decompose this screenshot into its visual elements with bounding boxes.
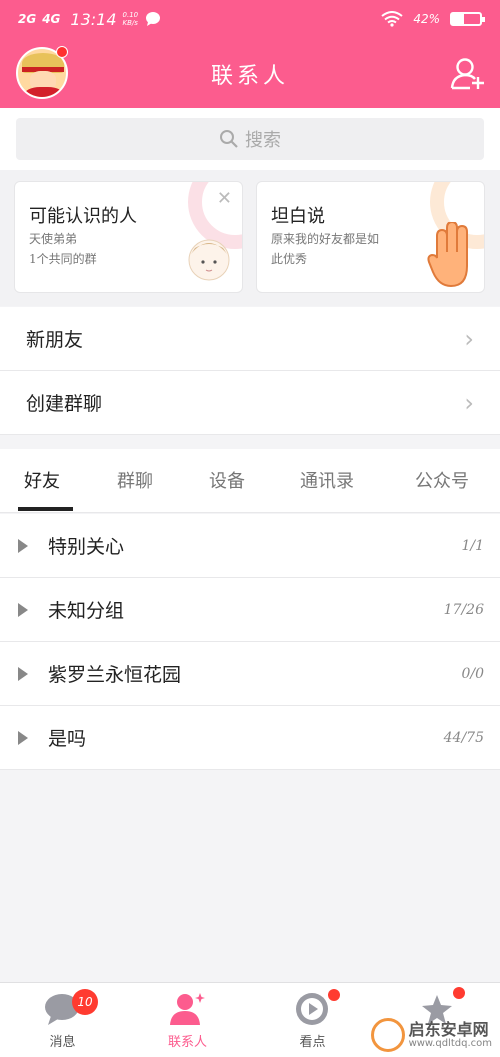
search-icon bbox=[220, 130, 238, 148]
watermark-url: www.qdltdq.com bbox=[408, 1038, 492, 1050]
list-item[interactable]: 特别关心 1/1 bbox=[0, 514, 500, 578]
message-notification-icon bbox=[145, 12, 160, 26]
tab-address-book[interactable]: 通讯录 bbox=[300, 467, 354, 493]
battery-percent: 42% bbox=[413, 12, 440, 26]
network-4g-indicator: 4G bbox=[42, 12, 61, 26]
tab-official-accounts[interactable]: 公众号 bbox=[415, 467, 469, 493]
tab-groups[interactable]: 群聊 bbox=[117, 467, 153, 493]
header: 联系人 bbox=[0, 38, 500, 108]
nav-label: 看点 bbox=[299, 1035, 326, 1050]
menu-label: 创建群聊 bbox=[26, 393, 103, 415]
play-circle-icon bbox=[296, 993, 328, 1025]
card-subtitle-2: 此优秀 bbox=[271, 252, 308, 266]
network-2g-indicator: 2G bbox=[18, 12, 37, 26]
group-count: 44/75 bbox=[443, 729, 484, 746]
chevron-right-icon: › bbox=[464, 324, 474, 353]
cartoon-person-avatar bbox=[188, 239, 230, 281]
list-item[interactable]: 紫罗兰永恒花园 0/0 bbox=[0, 642, 500, 706]
expand-triangle-icon bbox=[18, 602, 28, 617]
nav-contacts[interactable]: 联系人 bbox=[125, 983, 250, 1057]
notification-dot bbox=[453, 987, 465, 999]
people-you-may-know-card[interactable]: 可能认识的人 天使弟弟 1个共同的群 ✕ bbox=[14, 181, 243, 293]
status-time: 13:14 bbox=[70, 9, 117, 29]
confession-card[interactable]: 坦白说 原来我的好友都是如 此优秀 bbox=[256, 181, 485, 293]
watermark-name: 启东安卓网 bbox=[408, 1019, 489, 1039]
search-bar: 搜索 bbox=[0, 108, 500, 170]
group-count: 1/1 bbox=[461, 537, 484, 554]
watermark-logo bbox=[370, 1018, 405, 1052]
menu-label: 新朋友 bbox=[26, 329, 84, 351]
active-tab-indicator bbox=[18, 507, 73, 511]
group-count: 0/0 bbox=[461, 665, 484, 682]
card-subtitle: 原来我的好友都是如 bbox=[271, 232, 380, 246]
wifi-icon bbox=[381, 11, 403, 27]
unread-badge: 10 bbox=[72, 989, 98, 1015]
hand-gesture-icon bbox=[427, 222, 468, 288]
search-input[interactable]: 搜索 bbox=[16, 118, 484, 160]
tab-devices[interactable]: 设备 bbox=[209, 467, 245, 493]
friend-groups-list: 特别关心 1/1 未知分组 17/26 紫罗兰永恒花园 0/0 是吗 44/75 bbox=[0, 514, 500, 770]
chevron-right-icon: › bbox=[464, 388, 474, 417]
group-name: 是吗 bbox=[48, 728, 87, 750]
tab-friends[interactable]: 好友 bbox=[24, 467, 60, 493]
expand-triangle-icon bbox=[18, 666, 28, 681]
nav-highlights[interactable]: 看点 bbox=[250, 983, 375, 1057]
group-name: 特别关心 bbox=[48, 536, 125, 558]
avatar-notification-dot bbox=[56, 46, 68, 58]
list-item[interactable]: 是吗 44/75 bbox=[0, 706, 500, 770]
contacts-person-icon bbox=[170, 993, 205, 1025]
nav-messages[interactable]: 10 消息 bbox=[0, 983, 125, 1057]
card-subtitle-2: 1个共同的群 bbox=[29, 252, 97, 266]
close-icon[interactable]: ✕ bbox=[217, 188, 232, 209]
card-subtitle: 天使弟弟 bbox=[29, 232, 78, 246]
group-count: 17/26 bbox=[443, 601, 484, 618]
card-title: 坦白说 bbox=[271, 206, 325, 227]
create-group-chat-item[interactable]: 创建群聊 › bbox=[0, 371, 500, 435]
list-item[interactable]: 未知分组 17/26 bbox=[0, 578, 500, 642]
recommendation-cards: 可能认识的人 天使弟弟 1个共同的群 ✕ 坦白说 原来我的好友都是如 此优秀 bbox=[0, 170, 500, 306]
watermark: 启东安卓网 www.qdltdq.com bbox=[370, 1018, 492, 1052]
network-speed: 0.10 KB/s bbox=[122, 11, 139, 27]
nav-label: 消息 bbox=[49, 1035, 76, 1050]
expand-triangle-icon bbox=[18, 538, 28, 553]
contacts-tabs: 好友 群聊 设备 通讯录 公众号 bbox=[0, 449, 500, 513]
card-title: 可能认识的人 bbox=[29, 206, 137, 227]
status-bar: 2G 4G 13:14 0.10 KB/s 42% bbox=[0, 0, 500, 38]
add-contact-icon[interactable] bbox=[450, 56, 486, 90]
search-placeholder: 搜索 bbox=[245, 130, 281, 151]
new-friends-item[interactable]: 新朋友 › bbox=[0, 307, 500, 371]
battery-icon bbox=[450, 12, 485, 26]
notification-dot bbox=[328, 989, 340, 1001]
page-title: 联系人 bbox=[210, 64, 289, 89]
group-name: 紫罗兰永恒花园 bbox=[48, 664, 182, 686]
contacts-menu: 新朋友 › 创建群聊 › bbox=[0, 307, 500, 435]
group-name: 未知分组 bbox=[48, 600, 125, 622]
expand-triangle-icon bbox=[18, 730, 28, 745]
nav-label: 联系人 bbox=[167, 1035, 207, 1050]
